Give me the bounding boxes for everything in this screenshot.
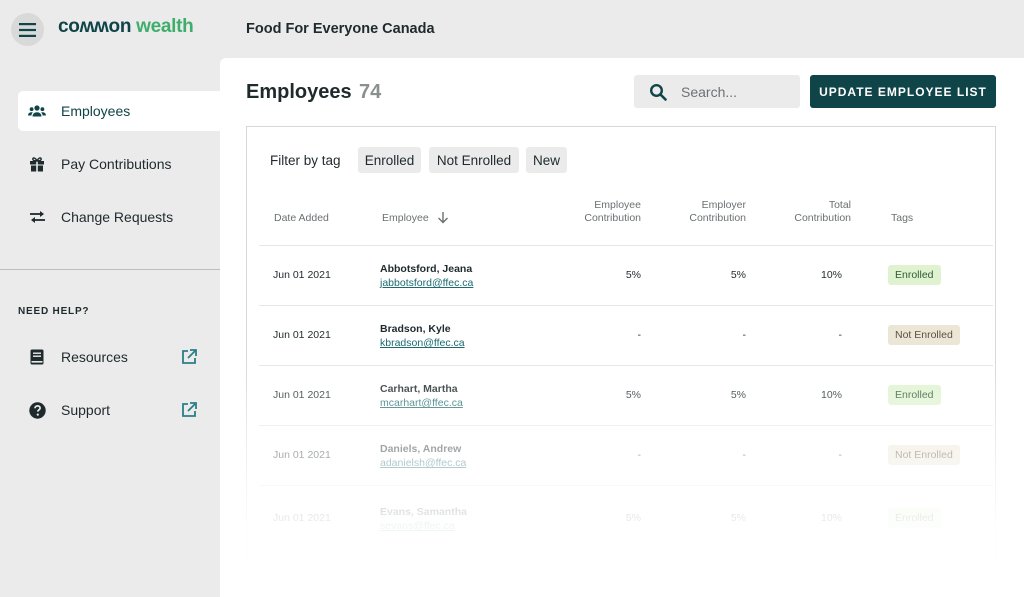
- cell-employee-contribution: 5%: [625, 512, 641, 524]
- cell-employer-contribution: -: [742, 329, 747, 341]
- cell-date-added: Jun 01 2021: [273, 449, 331, 461]
- logo-text-part2: wealth: [136, 16, 194, 37]
- help-item-resources[interactable]: Resources: [18, 342, 198, 372]
- search-icon: [649, 83, 667, 101]
- column-header-total-contribution[interactable]: Total Contribution: [771, 199, 851, 225]
- cell-employer-contribution: -: [742, 449, 747, 461]
- column-header-line: Contribution: [584, 212, 641, 224]
- table-row[interactable]: Jun 01 2021 Daniels, Andrew adanielsh@ff…: [259, 425, 993, 485]
- cell-date-added: Jun 01 2021: [273, 329, 331, 341]
- column-header-employer-contribution[interactable]: Employer Contribution: [666, 199, 746, 225]
- cell-date-added: Jun 01 2021: [273, 389, 331, 401]
- status-badge: Not Enrolled: [888, 325, 960, 345]
- sidebar-item-label: Employees: [61, 103, 131, 119]
- employee-email-link[interactable]: mcarhart@ffec.ca: [380, 397, 463, 409]
- cell-total-contribution: 10%: [820, 269, 842, 281]
- external-link-icon[interactable]: [180, 401, 198, 419]
- cell-employee-contribution: 5%: [625, 269, 641, 281]
- employees-table-card: Filter by tag Enrolled Not Enrolled New …: [246, 126, 996, 597]
- main-panel: Employees 74 UPDATE EMPLOYEE LIST Filter…: [220, 58, 1024, 597]
- employee-count: 74: [359, 81, 382, 103]
- swap-arrows-icon: [28, 208, 46, 226]
- table-row[interactable]: Jun 01 2021 Bradson, Kyle kbradson@ffec.…: [259, 305, 993, 365]
- column-header-line: Contribution: [794, 212, 851, 224]
- column-header-employee[interactable]: Employee: [382, 212, 429, 225]
- cell-employee-contribution: -: [637, 329, 642, 341]
- help-item-label: Resources: [61, 349, 128, 365]
- book-icon: [28, 348, 46, 366]
- organization-name: Food For Everyone Canada: [246, 21, 435, 37]
- status-badge: Enrolled: [888, 508, 941, 528]
- status-badge: Not Enrolled: [888, 445, 960, 465]
- cell-total-contribution: -: [838, 449, 843, 461]
- employee-email-link[interactable]: sevans@ffec.ca: [380, 520, 455, 532]
- filter-chip-not-enrolled[interactable]: Not Enrolled: [429, 147, 519, 173]
- sidebar-item-pay-contributions[interactable]: Pay Contributions: [18, 144, 220, 184]
- brand-logo[interactable]: coʍʍon wealth: [58, 16, 194, 38]
- column-header-date-added[interactable]: Date Added: [274, 212, 329, 225]
- cell-total-contribution: 10%: [820, 512, 842, 524]
- cell-employer-contribution: 5%: [730, 269, 746, 281]
- question-circle-icon: [28, 401, 46, 419]
- search-input[interactable]: [681, 83, 791, 100]
- employee-name: Daniels, Andrew: [380, 443, 462, 455]
- sidebar-divider: [0, 269, 220, 270]
- table-row[interactable]: Jun 01 2021 Abbotsford, Jeana jabbotsfor…: [259, 245, 993, 305]
- gift-icon: [28, 155, 46, 173]
- status-badge: Enrolled: [888, 265, 941, 285]
- cell-employee-contribution: 5%: [625, 389, 641, 401]
- table-row[interactable]: Jun 01 2021 Evans, Samantha sevans@ffec.…: [259, 485, 993, 545]
- column-header-tags: Tags: [891, 212, 914, 224]
- top-bar: coʍʍon wealth Food For Everyone Canada: [0, 0, 1024, 58]
- employee-name: Evans, Samantha: [380, 506, 467, 518]
- help-item-label: Support: [61, 402, 111, 418]
- cell-total-contribution: 10%: [820, 389, 842, 401]
- filter-chip-enrolled[interactable]: Enrolled: [358, 147, 421, 173]
- filter-label: Filter by tag: [270, 153, 341, 168]
- search-box[interactable]: [634, 75, 800, 108]
- sidebar-item-employees[interactable]: Employees: [18, 91, 220, 131]
- sidebar: Employees Pay Contributions Change Reque…: [0, 58, 220, 597]
- employee-name: Bradson, Kyle: [380, 323, 451, 335]
- cell-employer-contribution: 5%: [730, 512, 746, 524]
- sidebar-item-change-requests[interactable]: Change Requests: [18, 197, 220, 237]
- cell-date-added: Jun 01 2021: [273, 269, 331, 281]
- help-section-title: NEED HELP?: [18, 306, 90, 317]
- employee-email-link[interactable]: kbradson@ffec.ca: [380, 337, 465, 349]
- hamburger-menu-button[interactable]: [11, 13, 44, 46]
- cell-employer-contribution: 5%: [730, 389, 746, 401]
- cell-employee-contribution: -: [637, 449, 642, 461]
- employee-name: Carhart, Martha: [380, 383, 458, 395]
- sidebar-item-label: Change Requests: [61, 209, 174, 225]
- column-header-employee-contribution[interactable]: Employee Contribution: [561, 199, 641, 225]
- column-header-line: Contribution: [689, 212, 746, 224]
- hamburger-icon: [19, 22, 36, 37]
- filter-chip-new[interactable]: New: [526, 147, 567, 173]
- update-employee-list-button[interactable]: UPDATE EMPLOYEE LIST: [810, 75, 996, 108]
- sort-down-arrow-icon[interactable]: [437, 211, 449, 224]
- column-header-line: Employee: [594, 199, 641, 211]
- employee-email-link[interactable]: adanielsh@ffec.ca: [380, 457, 466, 469]
- external-link-icon[interactable]: [180, 348, 198, 366]
- column-header-line: Total: [828, 199, 851, 211]
- employee-email-link[interactable]: jabbotsford@ffec.ca: [380, 277, 473, 289]
- cell-date-added: Jun 01 2021: [273, 512, 331, 524]
- users-icon: [28, 102, 46, 120]
- cell-total-contribution: -: [838, 329, 843, 341]
- employee-name: Abbotsford, Jeana: [380, 263, 473, 275]
- logo-text-part1: coʍʍon: [58, 16, 132, 37]
- page-title: Employees: [246, 81, 352, 103]
- help-item-support[interactable]: Support: [18, 395, 198, 425]
- table-row[interactable]: Jun 01 2021 Carhart, Martha mcarhart@ffe…: [259, 365, 993, 425]
- column-header-line: Employer: [701, 199, 746, 211]
- sidebar-item-label: Pay Contributions: [61, 156, 172, 172]
- status-badge: Enrolled: [888, 385, 941, 405]
